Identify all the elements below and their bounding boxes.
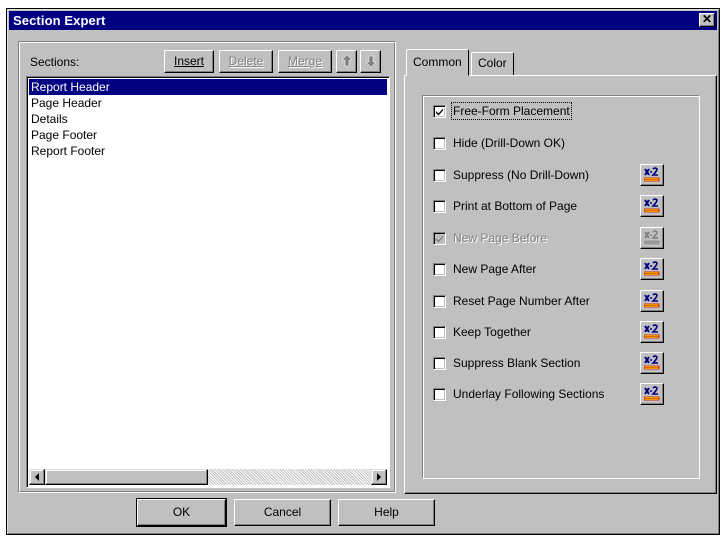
checkbox-underlay-following-sections[interactable] — [433, 388, 446, 401]
checkbox-reset-page-number-after[interactable] — [433, 295, 446, 308]
section-item-page-header[interactable]: Page Header — [29, 95, 387, 111]
tab-common-label: Common — [413, 55, 462, 69]
checkbox-free-form-placement[interactable] — [433, 105, 446, 118]
cancel-button[interactable]: Cancel — [234, 499, 331, 526]
options-group: Free-Form Placement Hide (Drill-Down OK) S… — [422, 95, 700, 479]
help-button-label: Help — [374, 505, 399, 519]
option-suppress-no-drill-down[interactable]: Suppress (No Drill-Down) — [429, 164, 689, 186]
section-item-report-header[interactable]: Report Header — [29, 79, 387, 95]
checkbox-suppress-no-drill-down[interactable] — [433, 169, 446, 182]
formula-button-reset-page-number-after[interactable] — [640, 290, 664, 312]
horizontal-scrollbar[interactable] — [29, 469, 387, 485]
option-free-form-placement[interactable]: Free-Form Placement — [429, 102, 689, 122]
option-reset-page-number-after[interactable]: Reset Page Number After — [429, 290, 689, 312]
move-up-button[interactable] — [336, 50, 357, 73]
option-new-page-before: New Page Before — [429, 227, 689, 249]
section-item-report-footer[interactable]: Report Footer — [29, 143, 387, 159]
formula-button-suppress-no-drill-down[interactable] — [640, 164, 664, 186]
checkmark-icon — [436, 235, 443, 243]
move-down-button[interactable] — [360, 50, 381, 73]
window-title: Section Expert — [13, 13, 106, 28]
option-underlay-following-sections[interactable]: Underlay Following Sections — [429, 383, 689, 405]
option-print-at-bottom-of-page[interactable]: Print at Bottom of Page — [429, 195, 689, 217]
checkbox-suppress-blank-section[interactable] — [433, 357, 446, 370]
option-label-reset-page-number-after: Reset Page Number After — [453, 294, 590, 308]
section-item-page-footer[interactable]: Page Footer — [29, 127, 387, 143]
formula-button-underlay-following-sections[interactable] — [640, 383, 664, 405]
insert-button[interactable]: Insert — [164, 50, 214, 73]
ok-button[interactable]: OK — [136, 498, 227, 527]
scroll-left-icon — [35, 473, 39, 481]
option-suppress-blank-section[interactable]: Suppress Blank Section — [429, 352, 689, 374]
help-button[interactable]: Help — [338, 499, 435, 526]
option-label-new-page-after: New Page After — [453, 262, 537, 276]
insert-button-label: Insert — [173, 54, 204, 68]
checkbox-new-page-after[interactable] — [433, 263, 446, 276]
option-label-hide-drill-down-ok: Hide (Drill-Down OK) — [453, 136, 566, 150]
delete-button[interactable]: Delete — [219, 50, 273, 73]
option-label-print-at-bottom-of-page: Print at Bottom of Page — [453, 199, 578, 213]
scroll-right-button[interactable] — [371, 469, 387, 485]
option-keep-together[interactable]: Keep Together — [429, 321, 689, 343]
scroll-thumb[interactable] — [45, 469, 208, 485]
checkmark-icon — [436, 108, 443, 116]
formula-icon — [644, 386, 660, 401]
close-button[interactable]: ✕ — [699, 13, 715, 27]
merge-button[interactable]: Merge — [278, 50, 332, 73]
delete-button-label: Delete — [228, 54, 264, 68]
option-label-free-form-placement: Free-Form Placement — [451, 102, 572, 120]
checkbox-new-page-before — [433, 232, 446, 245]
arrow-down-icon — [365, 55, 377, 68]
formula-icon — [644, 324, 660, 339]
checkbox-print-at-bottom-of-page[interactable] — [433, 200, 446, 213]
sections-panel: Sections: Insert Delete Merge Report Hea… — [18, 41, 396, 493]
formula-button-keep-together[interactable] — [640, 321, 664, 343]
option-label-new-page-before: New Page Before — [453, 231, 548, 245]
tab-color[interactable]: Color — [471, 52, 514, 75]
sections-label: Sections: — [30, 55, 80, 69]
option-label-suppress-no-drill-down: Suppress (No Drill-Down) — [453, 168, 590, 182]
checkbox-keep-together[interactable] — [433, 326, 446, 339]
option-label-suppress-blank-section: Suppress Blank Section — [453, 356, 581, 370]
option-label-keep-together: Keep Together — [453, 325, 531, 339]
formula-icon — [644, 355, 660, 370]
section-item-details[interactable]: Details — [29, 111, 387, 127]
common-tab-panel: Free-Form Placement Hide (Drill-Down OK) S… — [404, 75, 717, 494]
tab-color-label: Color — [478, 56, 507, 70]
section-expert-dialog: Section Expert ✕ Sections: Insert Delete… — [6, 8, 720, 535]
scroll-left-button[interactable] — [29, 469, 45, 485]
checkbox-hide-drill-down-ok[interactable] — [433, 137, 446, 150]
formula-icon — [644, 293, 660, 308]
title-bar[interactable]: Section Expert ✕ — [9, 11, 717, 30]
formula-button-new-page-before — [640, 227, 664, 249]
formula-icon — [644, 230, 660, 245]
formula-button-suppress-blank-section[interactable] — [640, 352, 664, 374]
arrow-up-icon — [341, 54, 353, 67]
option-label-underlay-following-sections: Underlay Following Sections — [453, 387, 605, 401]
formula-icon — [644, 261, 660, 276]
tab-common[interactable]: Common — [406, 49, 469, 76]
formula-button-new-page-after[interactable] — [640, 258, 664, 280]
option-new-page-after[interactable]: New Page After — [429, 258, 689, 280]
merge-button-label: Merge — [287, 54, 322, 68]
formula-icon — [644, 167, 660, 182]
scroll-right-icon — [377, 473, 381, 481]
sections-list[interactable]: Report Header Page Header Details Page F… — [26, 76, 390, 488]
option-hide-drill-down-ok[interactable]: Hide (Drill-Down OK) — [429, 134, 689, 154]
formula-icon — [644, 198, 660, 213]
formula-button-print-at-bottom-of-page[interactable] — [640, 195, 664, 217]
